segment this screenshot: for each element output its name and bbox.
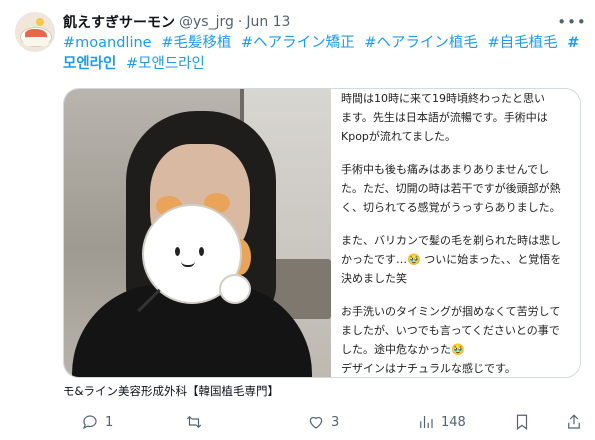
retweet-button[interactable]: [185, 412, 209, 432]
share-button[interactable]: [565, 412, 583, 432]
media-text-line: お手洗いのタイミングが掴めなくて苦労して: [341, 305, 561, 318]
reply-button[interactable]: 1: [81, 412, 113, 432]
media-text-line: した。途中危なかった🥹: [341, 343, 465, 356]
media-text-line: かったです…🥹 ついに始まった、、と覚悟を: [341, 253, 562, 266]
sticker-eye-left: [175, 247, 180, 256]
tweet-header: 飢えすぎサーモン @ys_jrg · Jun 13: [63, 11, 290, 33]
share-icon: [568, 414, 580, 429]
media-text-line: 時間は10時に来て19時頃終わったと思い: [341, 92, 545, 105]
hashtag[interactable]: #自毛植毛: [488, 35, 558, 51]
photo: [64, 89, 331, 377]
hashtag-list: #moandline #毛髪移植 #ヘアライン矯正 #ヘアライン植毛 #自毛植毛…: [63, 33, 583, 75]
hashtag[interactable]: #毛髪移植: [161, 35, 231, 51]
media-text-line: ます。先生は日本語が流暢です。手術中は: [341, 111, 548, 124]
action-bar: 1 3 148: [63, 412, 583, 432]
media-text-panel: 時間は10時に来て19時頃終わったと思い ます。先生は日本語が流暢です。手術中は K…: [331, 89, 580, 377]
media-text-line: 手術中も後も痛みはあまりありませんでし: [341, 163, 550, 176]
heart-icon: [309, 416, 323, 429]
hashtag[interactable]: #ヘアライン植毛: [364, 35, 478, 51]
avatar-spark: [36, 18, 44, 26]
views-icon: [420, 416, 433, 428]
reply-icon: [82, 415, 97, 430]
tweet-date[interactable]: Jun 13: [246, 14, 290, 30]
media-text-line: デザインはナチュラルな感じです。: [341, 362, 516, 375]
avatar[interactable]: [15, 12, 55, 52]
bookmark-icon: [516, 414, 528, 430]
media-attachment[interactable]: 時間は10時に来て19時頃終わったと思い ます。先生は日本語が流暢です。手術中は K…: [63, 88, 581, 378]
retweet-icon: [186, 415, 202, 429]
like-count: 3: [331, 414, 340, 430]
like-button[interactable]: 3: [307, 412, 339, 432]
media-text-line: た。ただ、切開の時は若干ですが後頭部が熱: [341, 182, 561, 195]
view-count: 148: [441, 414, 466, 430]
hashtag[interactable]: #moandline: [63, 35, 152, 51]
reply-count: 1: [105, 414, 114, 430]
media-caption[interactable]: モ&ライン美容形成外科【韓国植毛専門】: [63, 383, 279, 399]
hashtag[interactable]: #ヘアライン矯正: [241, 35, 355, 51]
media-text-line: Kpopが流れてました。: [341, 130, 457, 143]
separator-dot: ·: [237, 14, 243, 30]
media-text-line: 決めました笑: [341, 272, 407, 285]
media-text-line: ましたが、いつでも言ってくださいとの事で: [341, 324, 560, 337]
sticker-eye-right: [199, 247, 204, 256]
avatar-rice: [23, 37, 49, 46]
media-text-line: また、バリカンで髪の毛を剃られた時は悲し: [341, 234, 561, 247]
tweet[interactable]: 飢えすぎサーモン @ys_jrg · Jun 13 ••• #moandline…: [0, 0, 595, 440]
hashtag[interactable]: #모앤드라인: [126, 56, 205, 72]
views-button[interactable]: 148: [417, 412, 466, 432]
sticker-paw: [219, 274, 251, 304]
more-icon[interactable]: •••: [557, 12, 586, 32]
bookmark-button[interactable]: [513, 412, 531, 432]
media-text-line: く、切られてる感覚がうっすらありました。: [341, 201, 561, 214]
user-handle[interactable]: @ys_jrg: [179, 14, 234, 30]
display-name[interactable]: 飢えすぎサーモン: [63, 12, 175, 32]
